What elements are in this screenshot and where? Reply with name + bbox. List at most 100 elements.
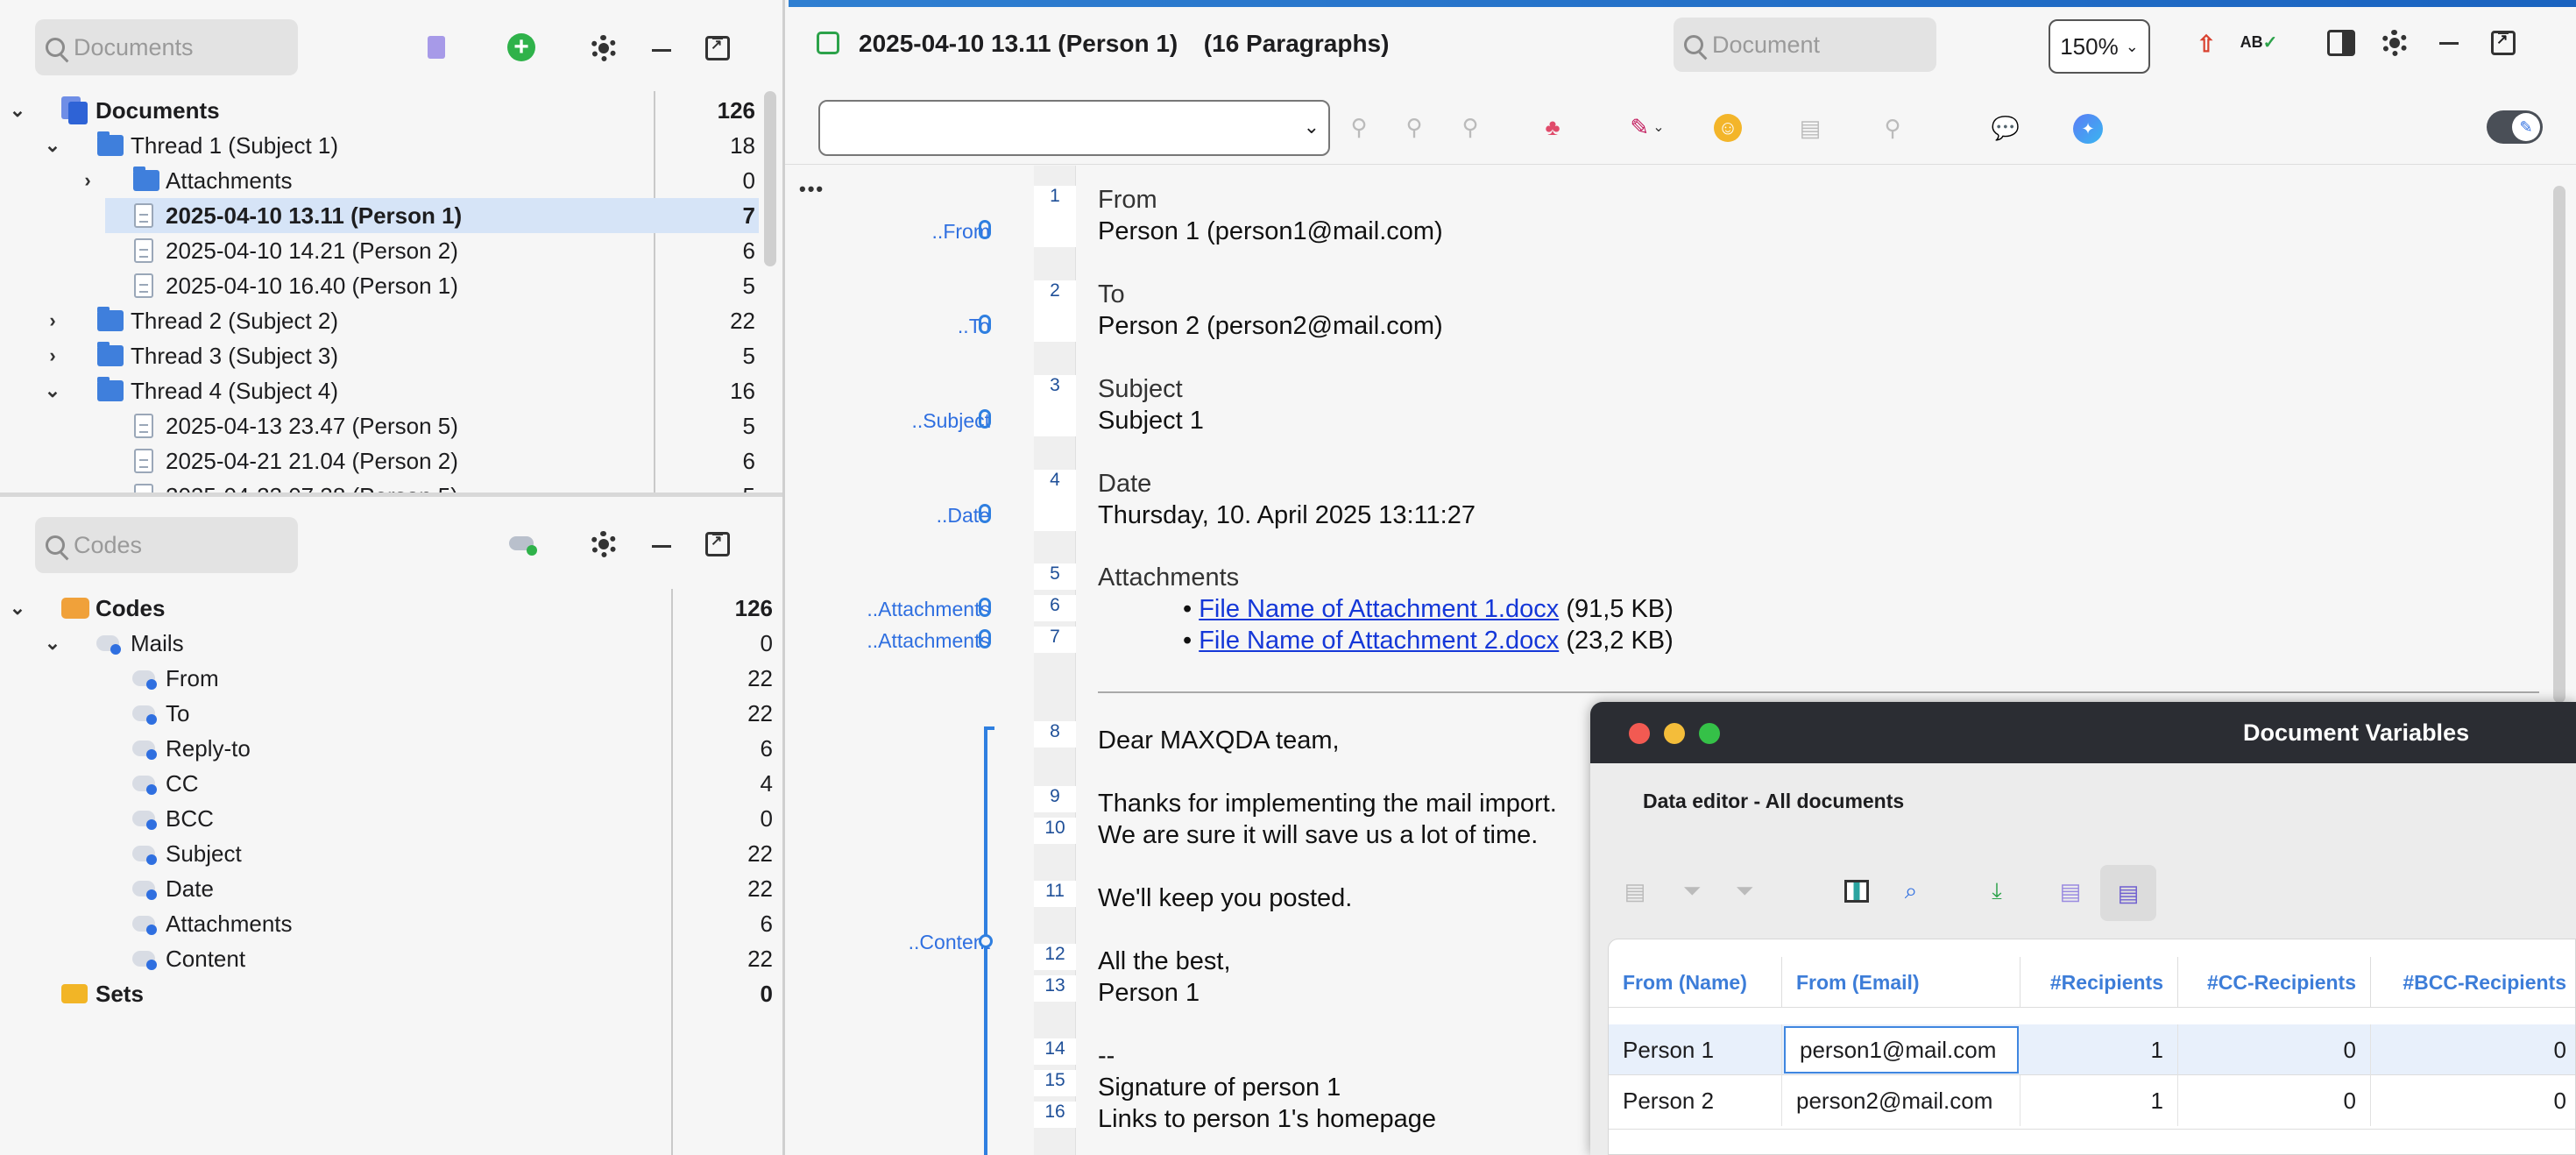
highlight-colors-icon[interactable]: ♣: [1537, 114, 1568, 140]
code-in-vivo-icon[interactable]: ⚲: [1454, 114, 1486, 140]
tree-item-code[interactable]: Subject 22: [0, 836, 780, 871]
table-cell-editing[interactable]: person1@mail.com: [1784, 1026, 2019, 1074]
codes-search-input[interactable]: Codes: [35, 517, 298, 573]
tree-item-code-mails[interactable]: ⌄ Mails 0: [0, 626, 780, 661]
more-options-icon[interactable]: •••: [799, 178, 824, 201]
stripe-handle-icon[interactable]: [979, 598, 991, 617]
highlighter-pen-icon[interactable]: ✎ ⌄: [1621, 112, 1674, 142]
minimize-icon[interactable]: [648, 533, 675, 559]
column-header[interactable]: #CC-Recipients: [2178, 957, 2371, 1008]
filter-icon[interactable]: ⏷: [1676, 875, 1708, 907]
tree-item-partially-visible[interactable]: 2025-04-22 07.38 (Person 5) 5: [0, 478, 771, 492]
spellcheck-icon[interactable]: AB ✓: [2240, 26, 2278, 58]
clear-filter-icon[interactable]: ⏷: [1729, 875, 1760, 907]
column-header[interactable]: #BCC-Recipients: [2371, 957, 2575, 1008]
tree-item-thread-1[interactable]: ⌄ Thread 1 (Subject 1) 18: [0, 128, 771, 163]
chevron-down-icon[interactable]: ⌄: [42, 379, 63, 402]
table-row[interactable]: Person 1 person1@mail.com 1 0 0: [1609, 1024, 2575, 1075]
undock-window-icon[interactable]: [703, 529, 732, 559]
table-cell[interactable]: 0: [2178, 1075, 2371, 1126]
document-group-icon[interactable]: [421, 32, 447, 63]
code-select-dropdown[interactable]: ⌄: [818, 100, 1330, 156]
tree-item-thread-2[interactable]: › Thread 2 (Subject 2) 22: [0, 303, 771, 338]
open-document-icon[interactable]: ▤: [1619, 875, 1651, 907]
tree-item-code[interactable]: CC 4: [0, 766, 780, 801]
document-scrollbar[interactable]: [2553, 186, 2565, 703]
table-cell[interactable]: Person 2: [1609, 1075, 1782, 1126]
export-download-icon[interactable]: ⤓: [1981, 875, 2013, 907]
table-cell[interactable]: 1: [2020, 1075, 2178, 1126]
chevron-down-icon[interactable]: ⌄: [7, 99, 28, 122]
column-header[interactable]: From (Email): [1782, 957, 2020, 1008]
chevron-right-icon[interactable]: ›: [42, 309, 63, 332]
tree-item-code[interactable]: From 22: [0, 661, 780, 696]
zoom-window-button[interactable]: [1699, 723, 1720, 744]
table-cell[interactable]: person2@mail.com: [1782, 1075, 2020, 1126]
code-icon-disabled[interactable]: ⚲: [1346, 114, 1372, 140]
settings-gear-icon[interactable]: [589, 33, 619, 63]
table-cell[interactable]: Person 1: [1609, 1024, 1782, 1075]
chevron-right-icon[interactable]: ›: [77, 169, 98, 192]
stripe-handle-icon[interactable]: [979, 315, 991, 334]
column-header[interactable]: #Recipients: [2020, 957, 2178, 1008]
edit-mode-toggle[interactable]: ✎: [2487, 110, 2543, 144]
comment-icon[interactable]: 💬: [1991, 114, 2020, 142]
settings-gear-icon[interactable]: [2380, 28, 2410, 58]
settings-gear-icon[interactable]: [589, 529, 619, 559]
tree-item-code[interactable]: BCC 0: [0, 801, 780, 836]
table-cell[interactable]: 0: [2178, 1024, 2371, 1075]
sidebar-toggle-icon[interactable]: [2327, 30, 2355, 56]
table-row[interactable]: Person 2 person2@mail.com 1 0 0: [1609, 1075, 2575, 1130]
tree-item-document[interactable]: 2025-04-10 14.21 (Person 2) 6: [0, 233, 771, 268]
minimize-icon[interactable]: [648, 37, 675, 63]
tree-item-attachments[interactable]: › Attachments 0: [0, 163, 771, 198]
tree-item-code[interactable]: Date 22: [0, 871, 780, 906]
stripe-handle-icon[interactable]: [979, 220, 991, 239]
tree-item-code[interactable]: Attachments 6: [0, 906, 780, 941]
undock-window-icon[interactable]: [703, 33, 732, 63]
tree-root-codes[interactable]: ⌄ Codes 126: [0, 591, 780, 626]
close-window-button[interactable]: [1629, 723, 1650, 744]
table-view-icon[interactable]: ▤: [2100, 865, 2156, 921]
memo-disabled-icon[interactable]: ▤: [1796, 114, 1824, 142]
search-icon[interactable]: ⌕: [1895, 875, 1927, 907]
stripe-handle-icon[interactable]: [979, 629, 991, 648]
code-stripe-content[interactable]: ..Content: [909, 931, 990, 954]
chevron-right-icon[interactable]: ›: [42, 344, 63, 367]
attachment-link[interactable]: File Name of Attachment 2.docx: [1199, 627, 1559, 655]
tree-root-documents[interactable]: ⌄ Documents 126: [0, 93, 771, 128]
tree-item-sets[interactable]: Sets 0: [0, 976, 780, 1011]
attachment-link[interactable]: File Name of Attachment 1.docx: [1199, 595, 1559, 623]
edit-document-icon[interactable]: [817, 32, 839, 54]
zoom-select[interactable]: 150% ⌄: [2049, 19, 2150, 74]
emoticode-icon[interactable]: ☺: [1714, 114, 1742, 142]
stripe-handle-icon[interactable]: [979, 934, 993, 948]
undock-window-icon[interactable]: [2488, 28, 2518, 58]
tree-item-document[interactable]: 2025-04-10 16.40 (Person 1) 5: [0, 268, 771, 303]
tree-item-code[interactable]: To 22: [0, 696, 780, 731]
tree-item-thread-3[interactable]: › Thread 3 (Subject 3) 5: [0, 338, 771, 373]
tree-item-selected-document[interactable]: 2025-04-10 13.11 (Person 1) 7: [105, 198, 759, 233]
stripe-handle-icon[interactable]: [979, 409, 991, 429]
column-header[interactable]: From (Name): [1609, 957, 1782, 1008]
tree-item-thread-4[interactable]: ⌄ Thread 4 (Subject 4) 16: [0, 373, 771, 408]
chevron-down-icon[interactable]: ⌄: [42, 632, 63, 655]
chevron-down-icon[interactable]: ⌄: [42, 134, 63, 157]
window-titlebar[interactable]: Document Variables: [1590, 702, 2576, 763]
tree-item-code[interactable]: Reply-to 6: [0, 731, 780, 766]
minimize-window-button[interactable]: [1664, 723, 1685, 744]
documents-search-input[interactable]: Documents: [35, 19, 298, 75]
tree-item-code[interactable]: Content 22: [0, 941, 780, 976]
code-stripe-attachments[interactable]: ..Attachments: [867, 598, 990, 621]
code-with-new-code-icon[interactable]: ⚲: [1398, 114, 1430, 140]
add-document-icon[interactable]: +: [507, 33, 535, 61]
tree-item-document[interactable]: 2025-04-13 23.47 (Person 5) 5: [0, 408, 771, 443]
table-cell[interactable]: 0: [2371, 1075, 2575, 1126]
list-view-icon[interactable]: ▤: [2055, 875, 2086, 907]
link-disabled-icon[interactable]: ⚲: [1879, 114, 1907, 142]
columns-icon[interactable]: [1841, 875, 1872, 907]
export-icon[interactable]: ⇧: [2190, 28, 2222, 60]
minimize-icon[interactable]: [2436, 30, 2462, 56]
ai-assist-icon[interactable]: ✦: [2073, 114, 2103, 144]
stripe-handle-icon[interactable]: [979, 504, 991, 523]
